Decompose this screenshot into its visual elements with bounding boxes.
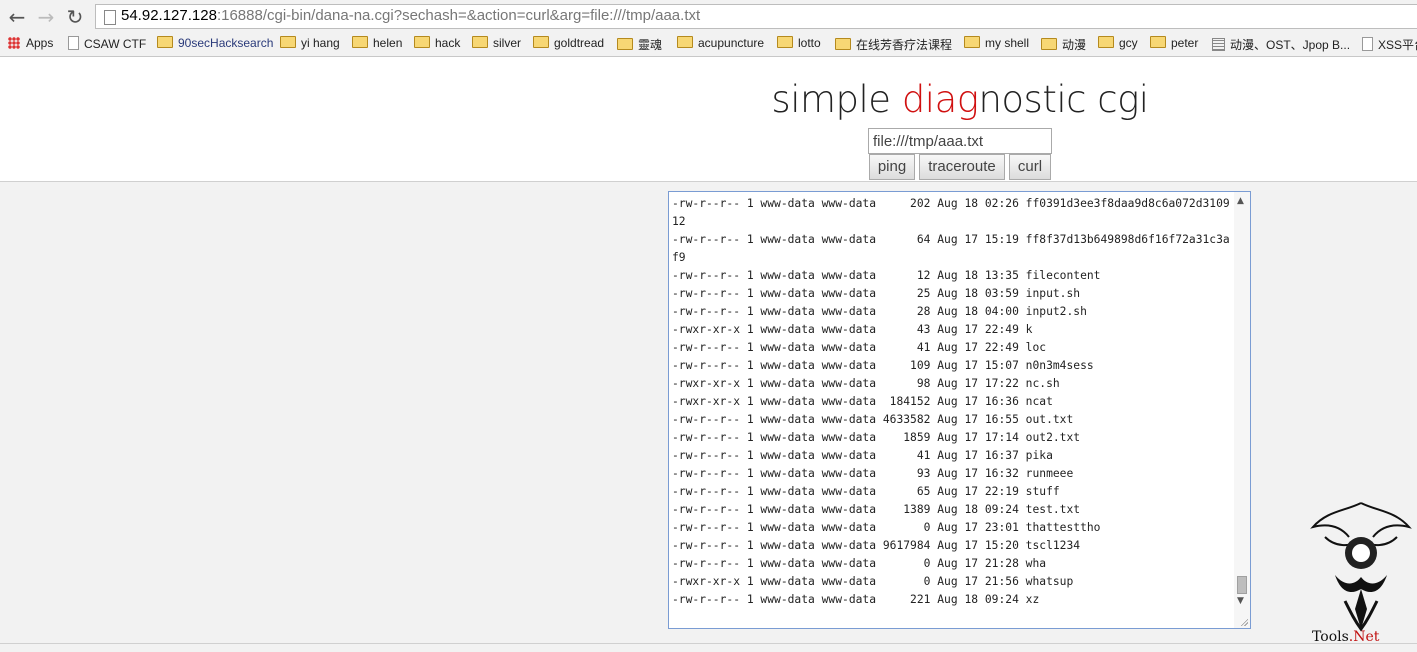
grid-page-icon bbox=[1212, 38, 1225, 51]
dragon-emblem-icon bbox=[1310, 502, 1412, 632]
folder-icon bbox=[1041, 38, 1057, 50]
bookmark-silver[interactable]: silver bbox=[472, 36, 521, 50]
output-line: -rwxr-xr-x 1 www-data www-data 98 Aug 17… bbox=[672, 377, 1060, 390]
folder-icon bbox=[352, 36, 368, 48]
output-text: -rw-r--r-- 1 www-data www-data 202 Aug 1… bbox=[672, 195, 1235, 609]
folder-icon bbox=[414, 36, 430, 48]
browser-toolbar: ← → ↻ 54.92.127.128:16888/cgi-bin/dana-n… bbox=[0, 0, 1417, 33]
bookmark-peter[interactable]: peter bbox=[1150, 36, 1198, 50]
bookmark-acupuncture[interactable]: acupuncture bbox=[677, 36, 764, 50]
output-line: -rw-r--r-- 1 www-data www-data 41 Aug 17… bbox=[672, 341, 1047, 354]
page-icon bbox=[1362, 37, 1373, 51]
folder-icon bbox=[1098, 36, 1114, 48]
page-title: simple diagnostic cgi bbox=[771, 78, 1149, 121]
output-line: -rwxr-xr-x 1 www-data www-data 0 Aug 17 … bbox=[672, 575, 1074, 588]
address-bar[interactable]: 54.92.127.128:16888/cgi-bin/dana-na.cgi?… bbox=[95, 4, 1417, 29]
output-line: -rw-r--r-- 1 www-data www-data 64 Aug 17… bbox=[672, 233, 1230, 264]
output-line: -rw-r--r-- 1 www-data www-data 202 Aug 1… bbox=[672, 197, 1230, 228]
folder-icon bbox=[533, 36, 549, 48]
output-line: -rw-r--r-- 1 www-data www-data 0 Aug 17 … bbox=[672, 557, 1047, 570]
bookmark-hack[interactable]: hack bbox=[414, 36, 460, 50]
arg-input[interactable] bbox=[868, 128, 1052, 154]
bookmark-csaw-ctf[interactable]: CSAW CTF bbox=[68, 36, 146, 51]
output-line: -rw-r--r-- 1 www-data www-data 93 Aug 17… bbox=[672, 467, 1074, 480]
page-icon bbox=[104, 10, 116, 25]
ping-button[interactable]: ping bbox=[869, 154, 915, 180]
resize-handle-icon[interactable] bbox=[1240, 618, 1248, 626]
bookmark-lotto[interactable]: lotto bbox=[777, 36, 821, 50]
divider bbox=[0, 643, 1417, 644]
output-line: -rwxr-xr-x 1 www-data www-data 43 Aug 17… bbox=[672, 323, 1033, 336]
folder-icon bbox=[472, 36, 488, 48]
folder-icon bbox=[617, 38, 633, 50]
bookmark-helen[interactable]: helen bbox=[352, 36, 402, 50]
output-line: -rw-r--r-- 1 www-data www-data 65 Aug 17… bbox=[672, 485, 1060, 498]
page-icon bbox=[68, 36, 79, 50]
scrollbar[interactable]: ▲ ▼ bbox=[1234, 192, 1250, 628]
folder-icon bbox=[157, 36, 173, 48]
bookmark-linghun[interactable]: 靈魂 bbox=[617, 36, 662, 53]
scroll-down-icon[interactable]: ▼ bbox=[1237, 596, 1244, 606]
arrow-right-icon[interactable]: → bbox=[35, 6, 57, 28]
bookmark-goldtread[interactable]: goldtread bbox=[533, 36, 604, 50]
scrollbar-thumb[interactable] bbox=[1237, 576, 1247, 594]
curl-button[interactable]: curl bbox=[1009, 154, 1051, 180]
reload-icon[interactable]: ↻ bbox=[64, 6, 86, 28]
traceroute-button[interactable]: traceroute bbox=[919, 154, 1005, 180]
output-line: -rw-r--r-- 1 www-data www-data 41 Aug 17… bbox=[672, 449, 1053, 462]
output-line: -rwxr-xr-x 1 www-data www-data 184152 Au… bbox=[672, 395, 1053, 408]
bookmark-yi-hang[interactable]: yi hang bbox=[280, 36, 340, 50]
bookmark-xss[interactable]: XSS平台 bbox=[1362, 36, 1417, 53]
folder-icon bbox=[777, 36, 793, 48]
apps-grid-icon bbox=[8, 37, 20, 49]
output-line: -rw-r--r-- 1 www-data www-data 4633582 A… bbox=[672, 413, 1074, 426]
output-line: -rw-r--r-- 1 www-data www-data 1389 Aug … bbox=[672, 503, 1081, 516]
bookmark-gcy[interactable]: gcy bbox=[1098, 36, 1138, 50]
bookmark-dongman-ost[interactable]: 动漫、OST、Jpop B... bbox=[1212, 36, 1350, 53]
output-line: -rw-r--r-- 1 www-data www-data 25 Aug 18… bbox=[672, 287, 1081, 300]
folder-icon bbox=[1150, 36, 1166, 48]
output-line: -rw-r--r-- 1 www-data www-data 12 Aug 18… bbox=[672, 269, 1101, 282]
bookmarks-bar: Apps CSAW CTF 90secHacksearch yi hang he… bbox=[0, 33, 1417, 57]
bookmark-90sechacksearch[interactable]: 90secHacksearch bbox=[157, 36, 273, 50]
output-line: -rw-r--r-- 1 www-data www-data 1859 Aug … bbox=[672, 431, 1081, 444]
output-line: -rw-r--r-- 1 www-data www-data 9617984 A… bbox=[672, 539, 1081, 552]
folder-icon bbox=[835, 38, 851, 50]
folder-icon bbox=[280, 36, 296, 48]
bookmark-aromatherapy[interactable]: 在线芳香疗法课程 bbox=[835, 36, 952, 53]
folder-icon bbox=[677, 36, 693, 48]
output-line: -rw-r--r-- 1 www-data www-data 109 Aug 1… bbox=[672, 359, 1094, 372]
output-textarea[interactable]: -rw-r--r-- 1 www-data www-data 202 Aug 1… bbox=[668, 191, 1251, 629]
arrow-left-icon[interactable]: ← bbox=[6, 6, 28, 28]
bookmark-apps[interactable]: Apps bbox=[8, 36, 53, 50]
bookmark-dongman[interactable]: 动漫 bbox=[1041, 36, 1086, 53]
url-text: 54.92.127.128:16888/cgi-bin/dana-na.cgi?… bbox=[121, 7, 701, 24]
folder-icon bbox=[964, 36, 980, 48]
output-line: -rw-r--r-- 1 www-data www-data 221 Aug 1… bbox=[672, 593, 1040, 606]
output-line: -rw-r--r-- 1 www-data www-data 28 Aug 18… bbox=[672, 305, 1087, 318]
scroll-up-icon[interactable]: ▲ bbox=[1237, 196, 1244, 206]
bookmark-my-shell[interactable]: my shell bbox=[964, 36, 1029, 50]
output-line: -rw-r--r-- 1 www-data www-data 0 Aug 17 … bbox=[672, 521, 1101, 534]
